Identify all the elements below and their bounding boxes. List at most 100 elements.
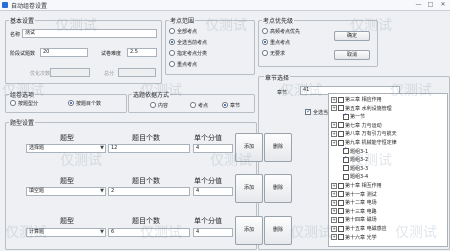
ok-button[interactable]: 确定 xyxy=(334,31,370,41)
add-button[interactable]: 添加 xyxy=(235,174,263,203)
cover-option-radio[interactable] xyxy=(169,61,175,67)
cover-option-radio[interactable] xyxy=(169,50,175,56)
tree-node[interactable]: + 第十六章 光学 xyxy=(331,234,377,241)
type-select[interactable]: 计算题 ▼ xyxy=(26,228,106,237)
tree-checkbox[interactable] xyxy=(338,130,344,137)
tree-node[interactable]: + 第五章 水利设施管理 xyxy=(331,105,392,112)
tree-node-label: 第五章 水利设施管理 xyxy=(345,105,392,112)
expand-toggle-icon[interactable]: + xyxy=(331,130,337,137)
score-value-input[interactable]: 4 xyxy=(193,228,233,237)
tree-checkbox[interactable] xyxy=(338,208,344,215)
tree-node[interactable]: + 第十四章 磁场 xyxy=(331,216,377,223)
expand-toggle-icon[interactable] xyxy=(338,115,342,119)
expand-toggle-icon[interactable]: + xyxy=(331,208,337,215)
group-options-legend: 组卷选项 xyxy=(9,90,36,99)
expand-toggle-icon[interactable] xyxy=(338,175,342,179)
tree-checkbox[interactable] xyxy=(343,155,349,163)
tree-checkbox[interactable] xyxy=(338,182,344,189)
check-all-checkbox[interactable] xyxy=(305,108,311,115)
add-button[interactable]: 添加 xyxy=(235,133,263,162)
close-button[interactable]: ✕ xyxy=(437,1,449,9)
tree-checkbox[interactable] xyxy=(343,112,349,120)
tree-node[interactable]: + 第九章 机械能守恒定律 xyxy=(331,139,397,146)
basis-option-radio[interactable] xyxy=(190,102,196,108)
maximize-button[interactable]: □ xyxy=(425,1,436,9)
tree-node-label: 第十四章 磁场 xyxy=(345,217,377,224)
expand-toggle-icon[interactable]: + xyxy=(331,105,337,112)
pass-input[interactable] xyxy=(50,68,90,77)
expand-toggle-icon[interactable]: + xyxy=(331,234,337,241)
tree-node[interactable]: 题组3-2 xyxy=(338,155,368,163)
cancel-button[interactable]: 取消 xyxy=(334,50,370,60)
tree-node-label: 第十六章 光学 xyxy=(345,234,377,241)
expand-toggle-icon[interactable]: + xyxy=(331,96,337,103)
tree-node[interactable]: + 第十三章 电路 xyxy=(331,208,377,215)
priority-option-radio[interactable] xyxy=(262,50,268,56)
tree-node[interactable]: + 第三章 相应作用 xyxy=(331,96,382,103)
expand-toggle-icon[interactable]: + xyxy=(331,182,337,189)
tree-checkbox[interactable] xyxy=(338,199,344,206)
chevron-down-icon: ▼ xyxy=(100,229,104,235)
delete-button[interactable]: 删除 xyxy=(264,216,292,245)
exam-name-input[interactable]: 测试 xyxy=(22,29,157,38)
priority-option-radio[interactable] xyxy=(262,39,268,45)
score-value-input[interactable]: 4 xyxy=(193,144,233,153)
expand-toggle-icon[interactable]: + xyxy=(331,216,337,223)
basis-option-radio[interactable] xyxy=(222,102,228,108)
count-input[interactable]: 12 xyxy=(108,144,190,153)
group-option-radio[interactable] xyxy=(10,100,16,106)
priority-option-radio[interactable] xyxy=(262,28,268,34)
delete-button[interactable]: 删除 xyxy=(264,174,292,203)
count-input[interactable]: 6 xyxy=(108,228,190,237)
tree-node[interactable]: + 第十一章 测试 xyxy=(331,191,377,198)
difficulty-input[interactable]: 2.5 xyxy=(127,48,157,57)
total-score-input[interactable]: 20 xyxy=(40,48,88,57)
score-input[interactable] xyxy=(118,68,156,77)
tree-checkbox[interactable] xyxy=(343,173,349,180)
tree-node-label: 第八章 万有引力与航天 xyxy=(345,131,397,138)
tree-node[interactable]: + 第十章 相互作用 xyxy=(331,182,382,189)
tree-node[interactable]: + 第十二章 电场 xyxy=(331,199,377,206)
tree-node-label: 第十三章 电路 xyxy=(345,208,377,215)
header-score: 单个分值 xyxy=(194,217,222,225)
group-option-label: 按题目个数 xyxy=(76,101,102,107)
tree-checkbox[interactable] xyxy=(338,225,344,232)
chapter-legend: 章节选择 xyxy=(264,73,291,82)
minimize-button[interactable]: — xyxy=(413,1,424,9)
delete-button[interactable]: 删除 xyxy=(264,133,292,162)
tree-node[interactable]: 第一节 xyxy=(338,112,365,120)
expand-toggle-icon[interactable] xyxy=(338,149,342,153)
expand-toggle-icon[interactable]: + xyxy=(331,139,337,146)
cover-option-radio[interactable] xyxy=(169,28,175,34)
group-option-radio[interactable] xyxy=(68,100,74,106)
type-select[interactable]: 填空题 ▼ xyxy=(26,187,106,196)
tree-checkbox[interactable] xyxy=(338,234,344,241)
expand-toggle-icon[interactable]: + xyxy=(331,191,337,198)
tree-checkbox[interactable] xyxy=(338,139,344,146)
cover-option-radio[interactable] xyxy=(169,39,175,45)
expand-toggle-icon[interactable] xyxy=(338,166,342,170)
tree-node[interactable]: 题组3-3 xyxy=(338,165,368,172)
tree-checkbox[interactable] xyxy=(343,165,349,172)
tree-checkbox[interactable] xyxy=(338,216,344,223)
tree-checkbox[interactable] xyxy=(338,105,344,112)
tree-checkbox[interactable] xyxy=(338,96,344,103)
tree-checkbox[interactable] xyxy=(343,146,349,155)
add-button[interactable]: 添加 xyxy=(235,216,263,245)
expand-toggle-icon[interactable]: + xyxy=(331,199,337,206)
tree-checkbox[interactable] xyxy=(338,191,344,198)
type-select[interactable]: 选择题 ▼ xyxy=(26,144,106,153)
count-input[interactable]: 2 xyxy=(108,187,190,196)
expand-toggle-icon[interactable]: + xyxy=(331,122,337,129)
tree-node[interactable]: 题组3-1 xyxy=(338,146,368,155)
tree-node[interactable]: + 第七章 力与运动 xyxy=(331,122,382,129)
tree-node[interactable]: + 第十五章 电磁感应 xyxy=(331,225,387,232)
tree-checkbox[interactable] xyxy=(338,122,344,129)
score-value-input[interactable]: 4 xyxy=(193,187,233,196)
chapter-tree[interactable]: + 第三章 相应作用 + 第五章 水利设施管理第一节 + 第七章 力与运动 + 第八章 万有引… xyxy=(328,93,448,247)
tree-node[interactable]: 题组3-4 xyxy=(338,173,368,180)
tree-node[interactable]: + 第八章 万有引力与航天 xyxy=(331,130,397,137)
expand-toggle-icon[interactable]: + xyxy=(331,225,337,232)
expand-toggle-icon[interactable] xyxy=(338,158,342,162)
basis-option-radio[interactable] xyxy=(150,102,156,108)
